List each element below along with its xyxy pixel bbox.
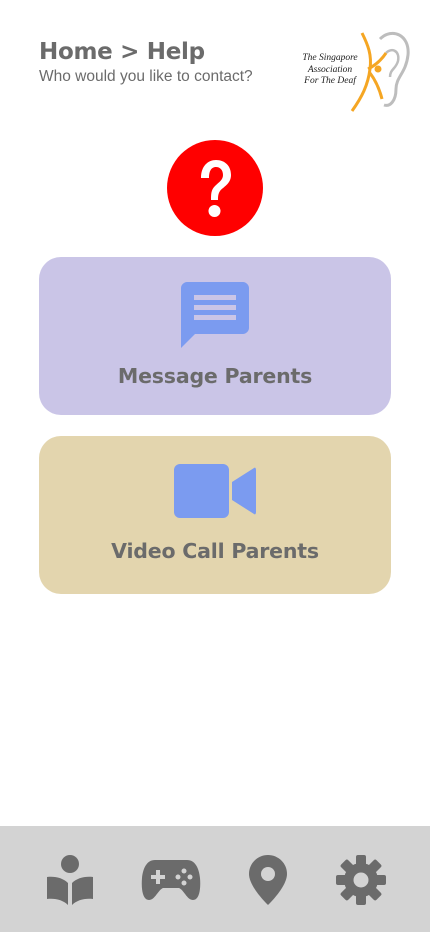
- help-icon: [167, 140, 263, 236]
- message-parents-label: Message Parents: [117, 364, 313, 388]
- video-camera-icon: [174, 464, 256, 518]
- nav-games[interactable]: [141, 850, 201, 910]
- message-icon: [181, 282, 249, 348]
- page-subtitle: Who would you like to contact?: [39, 68, 253, 85]
- reader-book-icon: [47, 855, 93, 905]
- nav-settings[interactable]: [331, 850, 391, 910]
- gear-icon: [336, 855, 386, 905]
- breadcrumb: Home > Help: [39, 39, 205, 65]
- ear-figure-icon: [350, 32, 410, 112]
- association-logo: The Singapore Association For The Deaf: [296, 25, 410, 117]
- message-parents-button[interactable]: Message Parents: [39, 257, 391, 415]
- map-pin-icon: [249, 855, 287, 905]
- video-call-parents-button[interactable]: Video Call Parents: [39, 436, 391, 594]
- nav-location[interactable]: [238, 850, 298, 910]
- gamepad-icon: [141, 860, 201, 900]
- video-call-parents-label: Video Call Parents: [111, 539, 319, 563]
- question-circle-icon: [167, 140, 263, 236]
- nav-learn[interactable]: [40, 850, 100, 910]
- page-header: Home > Help Who would you like to contac…: [39, 38, 299, 87]
- bottom-nav: [0, 826, 430, 932]
